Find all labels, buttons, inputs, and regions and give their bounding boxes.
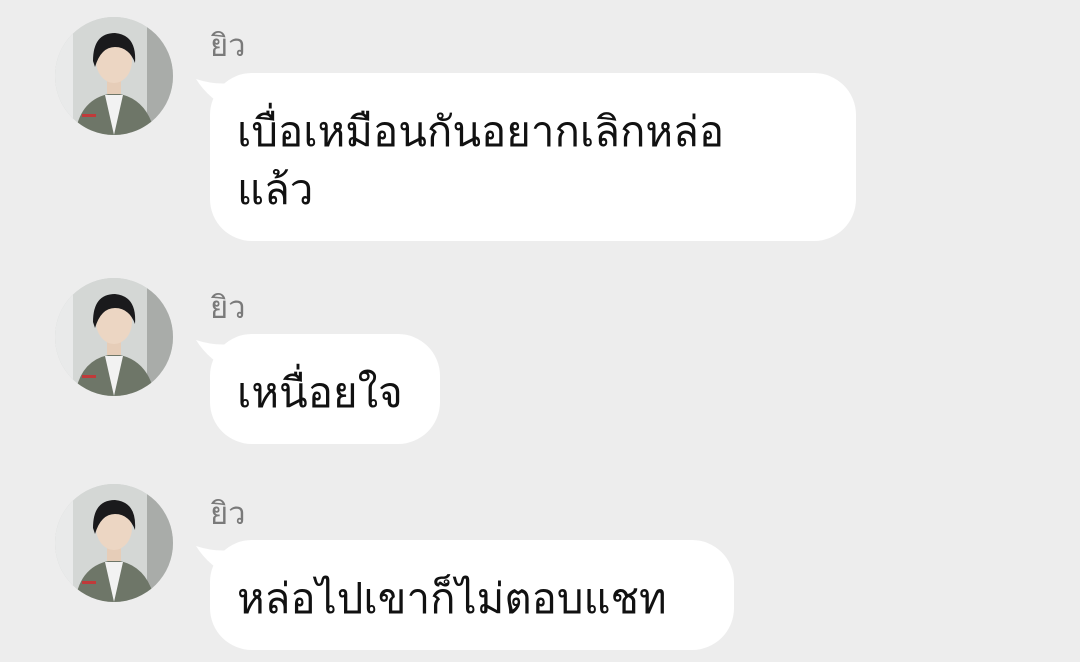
bubble-tail: [196, 546, 232, 576]
message-bubble[interactable]: หล่อไปเขาก็ไม่ตอบแชท: [196, 540, 734, 650]
bubble-tail: [196, 340, 232, 370]
avatar[interactable]: [55, 278, 173, 396]
sender-name: ยิว: [210, 496, 246, 532]
chat-thread: ยิว เบื่อเหมือนกันอยากเลิกหล่อ แล้ว ยิว …: [0, 0, 1080, 662]
user-avatar-icon: [55, 484, 173, 602]
bubble-tail: [196, 79, 232, 109]
message-bubble[interactable]: เบื่อเหมือนกันอยากเลิกหล่อ แล้ว: [196, 73, 856, 241]
sender-name: ยิว: [210, 290, 246, 326]
message-bubble[interactable]: เหนื่อยใจ: [196, 334, 440, 444]
user-avatar-icon: [55, 17, 173, 135]
message-text-line: แล้ว: [237, 165, 314, 214]
sender-name: ยิว: [210, 28, 246, 64]
user-avatar-icon: [55, 278, 173, 396]
avatar[interactable]: [55, 484, 173, 602]
message-text-line: หล่อไปเขาก็ไม่ตอบแชท: [237, 574, 667, 623]
message-text-line: เหนื่อยใจ: [237, 368, 403, 417]
avatar[interactable]: [55, 17, 173, 135]
message-text-line: เบื่อเหมือนกันอยากเลิกหล่อ: [237, 107, 725, 156]
